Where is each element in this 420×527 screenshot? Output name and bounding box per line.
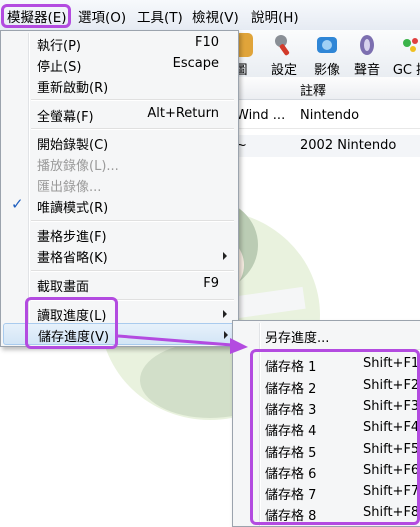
annotation-arrow-icon [117,334,248,354]
